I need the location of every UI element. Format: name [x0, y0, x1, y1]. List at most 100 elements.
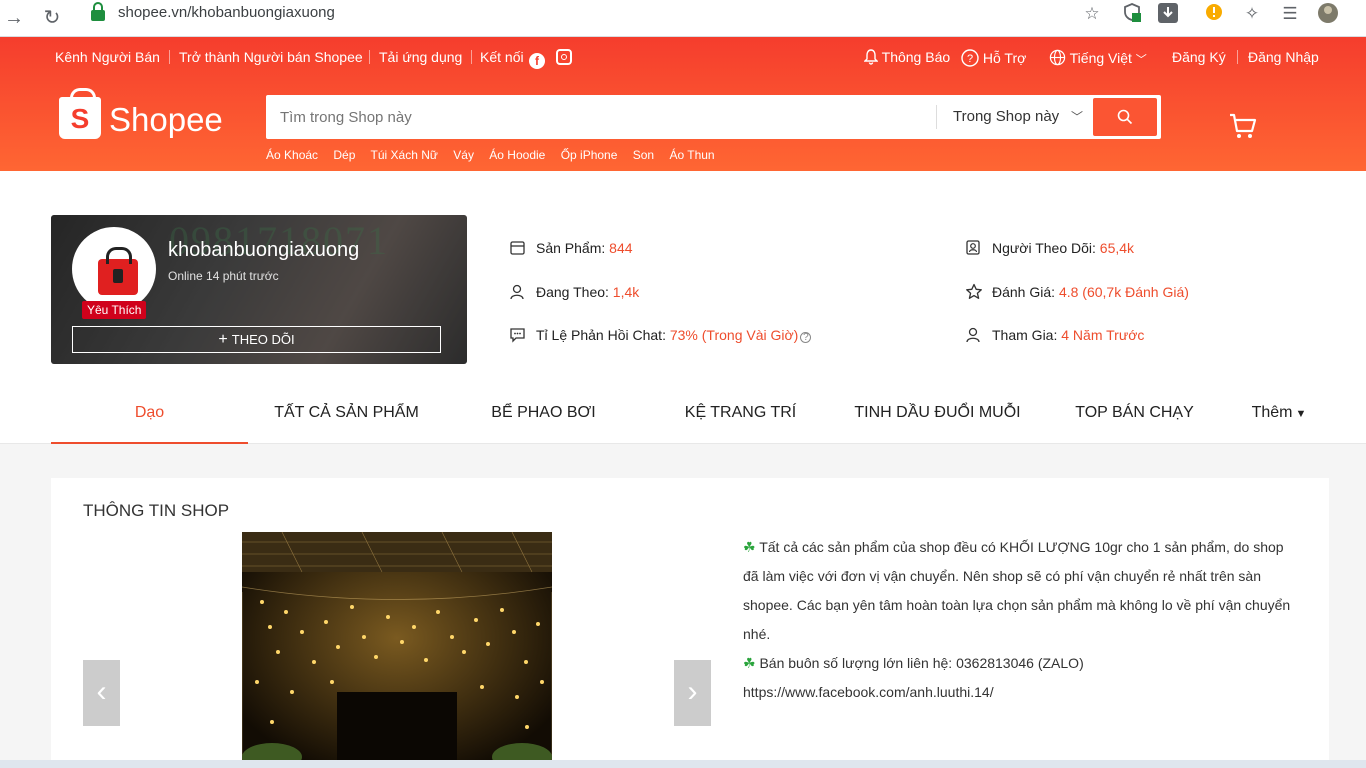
support-link[interactable]: ? Hỗ Trợ	[961, 49, 1026, 67]
shop-avatar[interactable]	[72, 227, 156, 311]
star-icon	[966, 283, 982, 299]
search-scope-label: Trong Shop này	[953, 108, 1060, 125]
connect-label: Kết nối	[480, 49, 524, 65]
shopee-header: Kênh Người Bán Trở thành Người bán Shope…	[0, 37, 1366, 171]
description-text: Tất cả các sản phẩm của shop đều có KHỐI…	[743, 539, 1291, 642]
top-navbar: Kênh Người Bán Trở thành Người bán Shope…	[0, 37, 1366, 77]
language-selector[interactable]: Tiếng Việt ﹀	[1049, 49, 1147, 67]
hint-link[interactable]: Váy	[453, 148, 474, 162]
stat-value: 1,4k	[612, 284, 640, 300]
become-seller-link[interactable]: Trở thành Người bán Shopee	[179, 49, 363, 65]
tab-browse[interactable]: Dạo	[51, 390, 248, 444]
chevron-down-icon: ﹀	[1070, 110, 1083, 124]
support-label: Hỗ Trợ	[982, 50, 1027, 66]
search-button[interactable]	[1093, 98, 1157, 136]
chevron-right-icon: ›	[687, 675, 698, 708]
fairy-lights-image	[242, 532, 552, 768]
extension-shield-icon[interactable]	[1120, 2, 1144, 26]
cart-icon	[1230, 113, 1257, 138]
hint-link[interactable]: Ốp iPhone	[561, 148, 618, 162]
taskbar-strip	[0, 760, 1366, 768]
search-hints: Áo Khoác Dép Túi Xách Nữ Váy Áo Hoodie Ố…	[266, 148, 727, 162]
favorite-badge: Yêu Thích	[82, 301, 147, 319]
follow-label: THEO DÕI	[231, 332, 295, 347]
tab-more-label: Thêm	[1251, 404, 1293, 421]
warning-extension-icon[interactable]	[1202, 2, 1226, 26]
shop-tabs: Dạo TẤT CẢ SẢN PHẨM BỂ PHAO BƠI KỆ TRANG…	[51, 390, 1315, 444]
url-text: shopee.vn/khobanbuongiaxuong	[118, 4, 335, 21]
divider	[169, 50, 170, 64]
shopee-logo[interactable]: S Shopee	[59, 88, 229, 145]
forward-icon[interactable]: →	[2, 6, 26, 30]
stat-label: Sản Phẩm:	[536, 240, 606, 256]
chevron-left-icon: ‹	[96, 675, 107, 708]
reading-list-icon[interactable]: ☰	[1278, 2, 1302, 26]
facebook-link[interactable]: https://www.facebook.com/anh.luuthi.14/	[743, 678, 1303, 707]
carousel-image	[242, 532, 552, 768]
search-bar: Trong Shop này ﹀	[266, 95, 1161, 139]
hint-link[interactable]: Túi Xách Nữ	[371, 148, 438, 162]
puzzle-extensions-icon[interactable]: ✧	[1240, 2, 1264, 26]
notifications-link[interactable]: Thông Báo	[863, 49, 950, 65]
tab-pools[interactable]: BỂ PHAO BƠI	[445, 390, 642, 444]
hint-link[interactable]: Áo Hoodie	[489, 148, 545, 162]
stat-value: 4 Năm Trước	[1061, 327, 1145, 343]
seller-channel-link[interactable]: Kênh Người Bán	[55, 49, 160, 65]
follow-button[interactable]: + THEO DÕI	[72, 326, 441, 353]
tab-all-products[interactable]: TẤT CẢ SẢN PHẨM	[248, 390, 445, 444]
description-text: Bán buôn số lượng lớn liên hệ: 036281304…	[759, 655, 1084, 671]
hint-link[interactable]: Dép	[333, 148, 355, 162]
svg-text:?: ?	[967, 53, 973, 65]
stat-label: Tham Gia:	[992, 327, 1058, 343]
bookmark-star-icon[interactable]: ☆	[1080, 2, 1104, 26]
stat-label: Đánh Giá:	[992, 284, 1056, 300]
divider	[369, 50, 370, 64]
tab-more[interactable]: Thêm ▼	[1243, 390, 1315, 444]
lock-icon	[91, 2, 105, 21]
bell-icon	[863, 49, 879, 65]
download-app-link[interactable]: Tải ứng dụng	[379, 49, 462, 65]
chevron-down-icon: ﹀	[1135, 54, 1147, 66]
hint-link[interactable]: Áo Thun	[669, 148, 714, 162]
profile-avatar-icon[interactable]	[1316, 2, 1340, 26]
tab-mosquito-oil[interactable]: TINH DẦU ĐUỔI MUỖI	[839, 390, 1036, 444]
info-icon[interactable]: ?	[800, 332, 812, 343]
login-link[interactable]: Đăng Nhập	[1248, 49, 1319, 65]
browser-toolbar: → ↻ shopee.vn/khobanbuongiaxuong ☆ ✧ ☰	[0, 0, 1366, 37]
stat-label: Người Theo Dõi:	[992, 240, 1096, 256]
user-icon	[510, 284, 524, 300]
tab-top-selling[interactable]: TOP BÁN CHẠY	[1036, 390, 1233, 444]
reload-icon[interactable]: ↻	[40, 6, 64, 30]
plus-icon: +	[218, 331, 228, 348]
shop-info-band: 0981718071 Yêu Thích khobanbuongiaxuong …	[0, 171, 1366, 444]
register-link[interactable]: Đăng Ký	[1172, 49, 1226, 65]
user-check-icon	[966, 327, 980, 343]
instagram-icon[interactable]	[556, 49, 572, 65]
section-title: THÔNG TIN SHOP	[83, 501, 230, 520]
globe-icon	[1049, 49, 1066, 66]
description-paragraph: ☘ Tất cả các sản phẩm của shop đều có KH…	[743, 533, 1303, 649]
help-circle-icon: ?	[961, 49, 979, 67]
caret-down-icon: ▼	[1292, 408, 1307, 420]
carousel-prev-button[interactable]: ‹	[83, 660, 120, 726]
search-input[interactable]	[266, 95, 936, 139]
cart-button[interactable]	[1228, 111, 1258, 141]
hint-link[interactable]: Áo Khoác	[266, 148, 318, 162]
divider	[471, 50, 472, 64]
shopee-bag-icon: S	[59, 88, 101, 139]
address-bar[interactable]: shopee.vn/khobanbuongiaxuong	[80, 0, 1070, 26]
stat-value: 844	[609, 240, 633, 256]
carousel-next-button[interactable]: ›	[674, 660, 711, 726]
hint-link[interactable]: Son	[633, 148, 654, 162]
handbag-icon	[98, 247, 138, 295]
facebook-icon[interactable]: f	[529, 49, 545, 69]
chat-icon	[510, 328, 525, 343]
download-icon[interactable]	[1156, 2, 1180, 26]
clover-icon: ☘	[743, 539, 756, 555]
search-scope-dropdown[interactable]: Trong Shop này ﹀	[936, 105, 1091, 129]
stat-label: Đang Theo:	[536, 284, 609, 300]
tab-shelves[interactable]: KỆ TRANG TRÍ	[642, 390, 839, 444]
stat-value: 73% (Trong Vài Giờ)	[669, 327, 799, 343]
divider	[1237, 50, 1238, 64]
shop-info-section: THÔNG TIN SHOP ‹ › ☘ Tất cả các sản phẩm…	[51, 478, 1329, 768]
